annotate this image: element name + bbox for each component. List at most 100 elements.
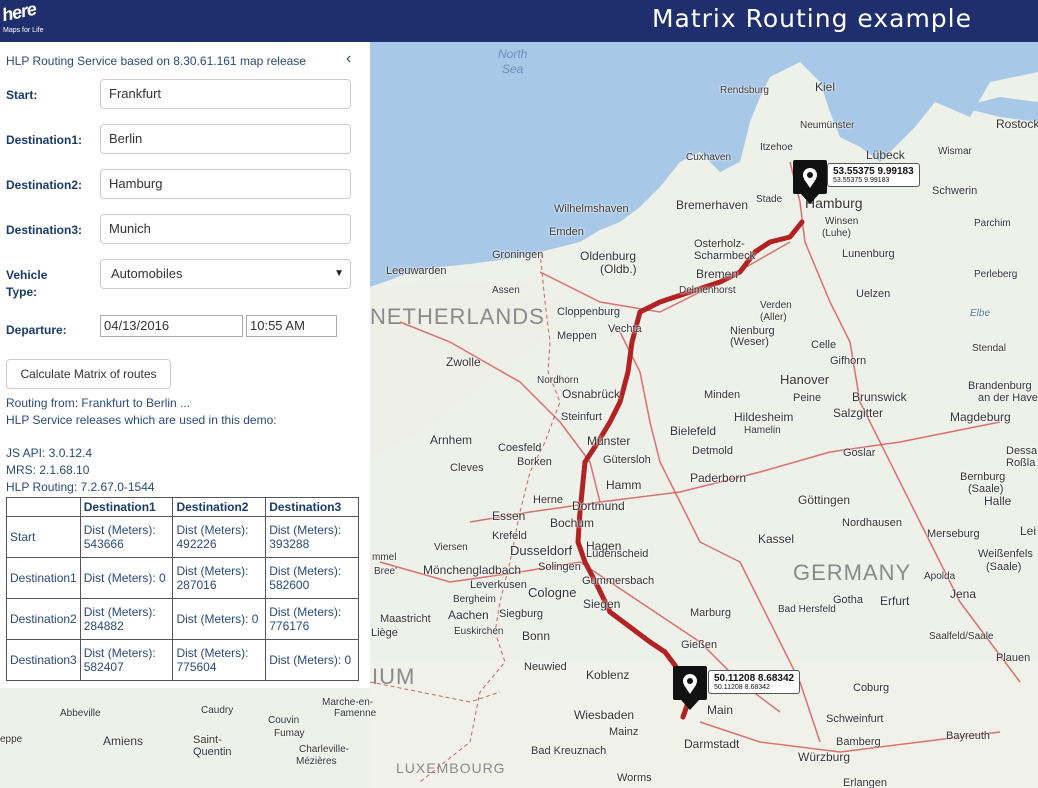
city-euskirchen: Euskirchen — [454, 626, 504, 637]
pin-coordinate-card: 53.55375 9.99183 53.55375 9.99183 — [827, 163, 920, 187]
city-meppen: Meppen — [557, 330, 597, 342]
destination3-label: Destination3: — [6, 223, 83, 237]
logo-tagline: Maps for Life — [3, 27, 44, 34]
table-header-destination3: Destination3 — [265, 497, 359, 517]
city-dusseldorf: Dusseldorf — [510, 543, 573, 558]
city-bonn: Bonn — [522, 629, 551, 643]
city-apolda: Apolda — [924, 571, 956, 582]
city-leverkusen: Leverkusen — [470, 579, 527, 591]
city-oldb: (Oldb.) — [600, 262, 637, 276]
city-essen: Essen — [492, 509, 526, 523]
city-charleville: Charleville- — [299, 744, 350, 755]
city-schweinfurt: Schweinfurt — [826, 713, 884, 725]
city-assen: Assen — [492, 285, 520, 296]
pin-coordinate-main: 50.11208 8.68342 — [714, 673, 795, 684]
departure-date-input[interactable]: 04/13/2016 — [100, 315, 243, 337]
sidebar-panel: HLP Routing Service based on 8.30.61.161… — [0, 42, 370, 688]
map-pin-icon[interactable] — [673, 666, 707, 710]
map-pin-shape — [673, 666, 707, 710]
city-peine: Peine — [793, 392, 822, 404]
city-hildesheim: Hildesheim — [734, 410, 794, 424]
city-parchim: Parchim — [974, 218, 1011, 229]
city-hamelin: Hamelin — [744, 425, 781, 436]
city-saalfeld: Saalfeld/Saale — [929, 631, 994, 642]
city-goslar: Goslar — [843, 447, 876, 459]
city-neumunster: Neumünster — [800, 120, 855, 131]
city-wismar: Wismar — [938, 146, 972, 157]
city-caudry: Caudry — [201, 705, 234, 716]
city-bad-hersfeld: Bad Hersfeld — [778, 604, 836, 615]
city-bremen: Bremen — [696, 267, 739, 281]
city-viersen: Viersen — [434, 542, 468, 553]
city-brunswick: Brunswick — [852, 390, 907, 404]
city-main: Main — [707, 703, 734, 717]
city-kiel: Kiel — [815, 80, 836, 94]
city-brandenburg: Brandenburg — [968, 380, 1032, 392]
start-input[interactable]: Frankfurt — [100, 79, 351, 109]
app-header: here Maps for Life Matrix Routing exampl… — [0, 0, 1038, 42]
release-hlp-routing: HLP Routing: 7.2.67.0-1544 — [6, 480, 155, 494]
city-couvin: Couvin — [268, 715, 300, 726]
city-partial-bree: Bree' — [374, 566, 398, 577]
city-dessau: Dessa — [1006, 445, 1038, 457]
city-herne: Herne — [533, 494, 563, 506]
city-delmenhorst: Delmenhorst — [679, 285, 736, 296]
city-amiens: Amiens — [103, 734, 144, 748]
city-verden: Verden — [760, 300, 792, 311]
city-liege: Liège — [371, 627, 398, 639]
city-marburg: Marburg — [690, 607, 731, 619]
city-siegen: Siegen — [583, 597, 621, 611]
destination1-input[interactable]: Berlin — [100, 124, 351, 154]
chevron-left-icon[interactable]: ‹ — [346, 50, 351, 68]
city-leeuwarden: Leeuwarden — [386, 265, 447, 277]
city-oldenburg: Oldenburg — [580, 249, 637, 263]
row-label: Destination2 — [6, 598, 81, 640]
city-weissenfels-saale: (Saale) — [986, 561, 1022, 573]
vehicle-label-line1: Vehicle — [6, 268, 48, 282]
city-salzgitter: Salzgitter — [833, 406, 884, 420]
river-elbe: Elbe — [970, 308, 991, 319]
city-jena: Jena — [950, 587, 977, 601]
city-osnabruck: Osnabrück — [562, 387, 621, 401]
vehicle-type-select[interactable]: Automobiles ▼ — [100, 259, 351, 289]
map-pin-icon[interactable] — [793, 160, 827, 204]
city-merseburg: Merseburg — [927, 528, 980, 540]
departure-time-input[interactable]: 10:55 AM — [246, 315, 337, 337]
city-bernburg: Bernburg — [960, 471, 1006, 483]
table-cell: Dist (Meters): 492226 — [172, 516, 267, 558]
city-bamberg: Bamberg — [836, 736, 881, 748]
table-row: Destination2 Dist (Meters): 284882 Dist … — [6, 598, 359, 640]
caret-down-icon: ▼ — [334, 268, 344, 279]
city-ludenscheid: Lüdenscheid — [586, 548, 649, 560]
table-cell: Dist (Meters): 776176 — [265, 598, 359, 640]
city-winsen: Winsen — [825, 216, 859, 227]
destination3-input[interactable]: Munich — [100, 214, 351, 244]
destination2-label: Destination2: — [6, 178, 83, 192]
table-cell: Dist (Meters): 287016 — [172, 557, 267, 599]
table-cell: Dist (Meters): 582600 — [265, 557, 359, 599]
row-label: Destination1 — [6, 557, 81, 599]
city-lubeck: Lübeck — [866, 148, 905, 162]
table-row: Start Dist (Meters): 543666 Dist (Meters… — [6, 516, 359, 558]
city-kassel: Kassel — [758, 532, 795, 546]
destination1-label: Destination1: — [6, 133, 83, 147]
destination2-input[interactable]: Hamburg — [100, 169, 351, 199]
city-vechta: Vechta — [608, 323, 642, 335]
city-dortmund: Dortmund — [572, 499, 625, 513]
city-hanover: Hanover — [780, 372, 830, 387]
city-cloppenburg: Cloppenburg — [557, 306, 620, 318]
table-cell: Dist (Meters): 0 — [265, 639, 359, 681]
country-luxembourg: LUXEMBOURG — [396, 760, 506, 776]
city-koblenz: Koblenz — [586, 668, 630, 682]
city-abbeville: Abbeville — [60, 708, 101, 719]
release-js-api: JS API: 3.0.12.4 — [6, 446, 93, 460]
city-munster: Münster — [587, 434, 631, 448]
city-famenne: Famenne — [334, 708, 377, 719]
table-header-row: Destination1 Destination2 Destination3 — [6, 497, 359, 517]
city-luhe: (Luhe) — [822, 228, 851, 239]
city-saint: Saint- — [193, 734, 222, 746]
city-groningen: Groningen — [492, 249, 544, 261]
city-wiesbaden: Wiesbaden — [574, 708, 635, 722]
calculate-matrix-button[interactable]: Calculate Matrix of routes — [6, 359, 171, 389]
pin-coordinate-sub: 53.55375 9.99183 — [833, 177, 890, 184]
